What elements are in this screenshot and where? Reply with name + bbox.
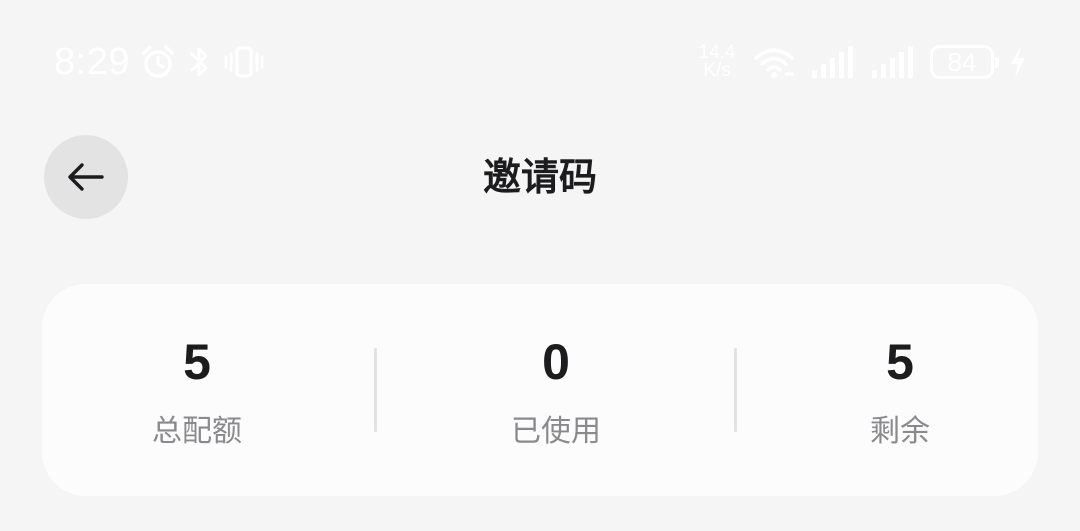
network-speed: 14.4 K/s (696, 43, 738, 81)
vibrate-icon (224, 44, 264, 80)
status-bar-right: 14.4 K/s 84 (696, 40, 1028, 84)
stat-divider (734, 348, 737, 432)
stat-value: 0 (542, 334, 570, 390)
bluetooth-icon (186, 44, 214, 80)
page-title: 邀请码 (482, 155, 597, 199)
stat-value: 5 (886, 334, 914, 390)
stat-divider (374, 348, 377, 432)
stat-value: 5 (183, 334, 211, 390)
stat-used: 0 已使用 (436, 284, 676, 496)
signal-icon (810, 44, 856, 80)
stat-remaining: 5 剩余 (780, 284, 1020, 496)
stat-label: 总配额 (152, 414, 242, 449)
charging-icon (1008, 44, 1028, 80)
battery-level: 84 (947, 46, 977, 77)
invite-stats-card: 5 总配额 0 已使用 5 剩余 (42, 284, 1038, 496)
battery-icon: 84 (930, 45, 999, 79)
status-time: 8:29 (54, 40, 130, 83)
stat-total-quota: 5 总配额 (77, 284, 317, 496)
signal-icon-sim2 (870, 44, 916, 80)
stat-label: 已使用 (511, 414, 601, 449)
network-speed-unit: K/s (703, 60, 731, 81)
status-bar: 8:29 14.4 K/s 84 (0, 0, 1080, 120)
status-bar-left: 8:29 (54, 40, 264, 84)
stat-label: 剩余 (870, 414, 930, 449)
alarm-icon (140, 44, 176, 80)
wifi-icon (752, 44, 796, 80)
